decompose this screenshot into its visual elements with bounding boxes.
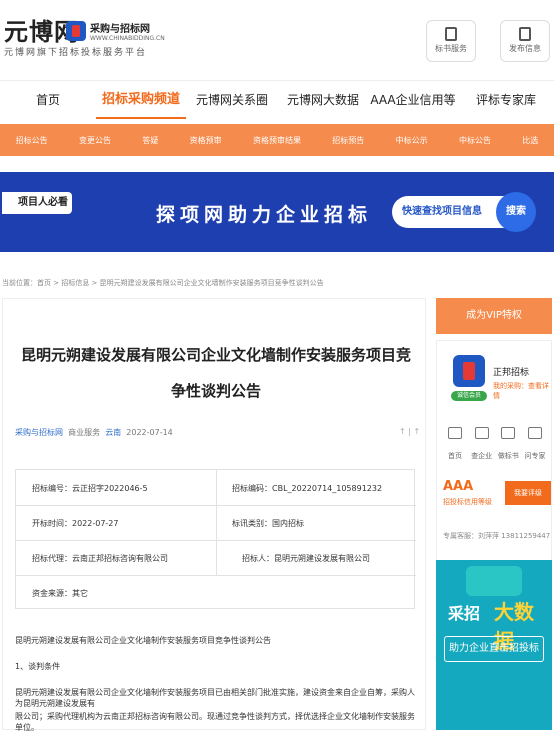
company-logo-icon [453,355,485,387]
publish-info-button[interactable]: 发布信息 [500,20,550,62]
body-heading: 昆明元朔建设发展有限公司企业文化墙制作安装服务项目竞争性谈判公告 [15,636,271,645]
info-open-time: 开标时间：2022-07-27 [32,519,119,528]
sub-nav: 招标公告 变更公告 答疑 资格预审 资格预审结果 招标预告 中标公示 中标公告 … [0,124,554,156]
subnav-item[interactable]: 资格预审结果 [253,135,301,146]
main-nav: 首页 招标采购频道 元博网关系圈 元博网大数据 AAA企业信用等级 评标专家库 [0,80,554,145]
home-icon [448,427,462,439]
nav-big-data[interactable]: 元博网大数据 [278,81,368,119]
banner-tag: 项目人必看 [2,192,72,214]
ad-title-1: 采招 [448,604,481,623]
top-header: 元博网 元博网旗下招标投标服务平台 采购与招标网 WWW.CHINABIDDIN… [0,0,554,72]
banner-search-button[interactable]: 搜索 [496,192,536,232]
subnav-item[interactable]: 招标预告 [332,135,364,146]
body-paragraph: 昆明元朔建设发展有限公司企业文化墙制作安装服务项目已由相关部门批准实施，建设资金… [15,688,415,708]
vip-button[interactable]: 成为VIP特权 [436,298,552,334]
rate-button[interactable]: 我要评级 [505,481,551,505]
font-size-control[interactable]: ↑ | ↑ [399,427,420,436]
company-name[interactable]: 正邦招标 [493,365,529,378]
subnav-item[interactable]: 资格预审 [190,135,222,146]
article-region[interactable]: 云南 [105,428,121,437]
big-data-ad[interactable]: 采招 大数据 助力企业直击招投标 [436,560,552,730]
ad-slogan: 助力企业直击招投标 [444,636,544,662]
body-section-title: 1、谈判条件 [15,662,61,671]
site-logo-subtitle: 元博网旗下招标投标服务平台 [4,48,148,58]
info-table: 招标编号：云正招字2022046-5 招标编码：CBL_20220714_105… [15,469,416,609]
edit-icon [519,27,531,41]
info-bid-type: 标讯类别：国内招标 [232,519,304,528]
nav-relation-circle[interactable]: 元博网关系圈 [186,81,278,119]
member-badge: 诚信会员 [451,391,487,401]
article-meta: 采购与招标网 商业服务 云南 2022-07-14 [15,427,173,438]
partner-url: WWW.CHINABIDDING.CN [90,35,165,42]
quick-expert[interactable]: 问专家 [523,427,547,462]
banner-slogan: 探项网助力企业招标 [156,204,373,226]
bid-service-label: 标书服务 [435,44,467,53]
nav-home[interactable]: 首页 [0,81,96,119]
info-agent: 招标代理：云南正邦招标咨询有限公司 [32,554,168,563]
info-tenderer: 招标人：昆明元朔建设发展有限公司 [242,554,370,563]
aaa-sub: 招投标信用等级 [443,498,492,506]
file-icon [501,427,516,439]
breadcrumb: 当前位置：首页 > 招标信息 > 昆明元朔建设发展有限公司企业文化墙制作安装服务… [2,279,324,287]
nav-expert-library[interactable]: 评标专家库 [458,81,554,119]
quick-icons: 首页 查企业 做标书 问专家 [443,427,547,462]
promo-banner[interactable]: 项目人必看 探项网助力企业招标 快速查找项目信息 搜索 [0,172,554,252]
subnav-item[interactable]: 答疑 [142,135,158,146]
subnav-item[interactable]: 中标公告 [459,135,491,146]
subnav-item[interactable]: 变更公告 [79,135,111,146]
subnav-item[interactable]: 中标公示 [396,135,428,146]
quick-bid-doc[interactable]: 做标书 [496,427,520,462]
publish-info-label: 发布信息 [509,44,541,53]
info-bid-no: 招标编号：云正招字2022046-5 [32,484,148,493]
subnav-item[interactable]: 招标公告 [16,135,48,146]
bid-service-button[interactable]: 标书服务 [426,20,476,62]
service-contact: 专属客服：刘萍萍 13811259447 [443,532,551,540]
partner-logo[interactable]: 采购与招标网 WWW.CHINABIDDING.CN [66,20,165,42]
document-icon [445,27,457,41]
aaa-label: AAA [443,479,474,494]
nav-aaa-credit[interactable]: AAA企业信用等级 [368,81,458,145]
eye-icon [474,427,489,439]
info-code: 招标编码：CBL_20220714_105891232 [232,484,383,493]
partner-title: 采购与招标网 [90,24,150,35]
partner-logo-icon [66,21,86,41]
company-links[interactable]: 我的采购：查看详情 [493,381,551,401]
quick-home[interactable]: 首页 [443,427,467,462]
phone-illustration [466,566,522,596]
page-title: 昆明元朔建设发展有限公司企业文化墙制作安装服务项目竞争性谈判公告 [21,346,412,400]
article-date: 2022-07-14 [126,428,173,437]
rss-icon [527,427,542,439]
info-fund: 资金来源：其它 [32,589,88,598]
nav-bidding-channel[interactable]: 招标采购频道 [96,81,186,119]
subnav-item[interactable]: 比选 [522,135,538,146]
article-source[interactable]: 采购与招标网 [15,428,63,437]
article-panel: 昆明元朔建设发展有限公司企业文化墙制作安装服务项目竞争性谈判公告 采购与招标网 … [2,298,426,732]
article-category: 商业服务 [68,428,101,437]
quick-company[interactable]: 查企业 [470,427,494,462]
